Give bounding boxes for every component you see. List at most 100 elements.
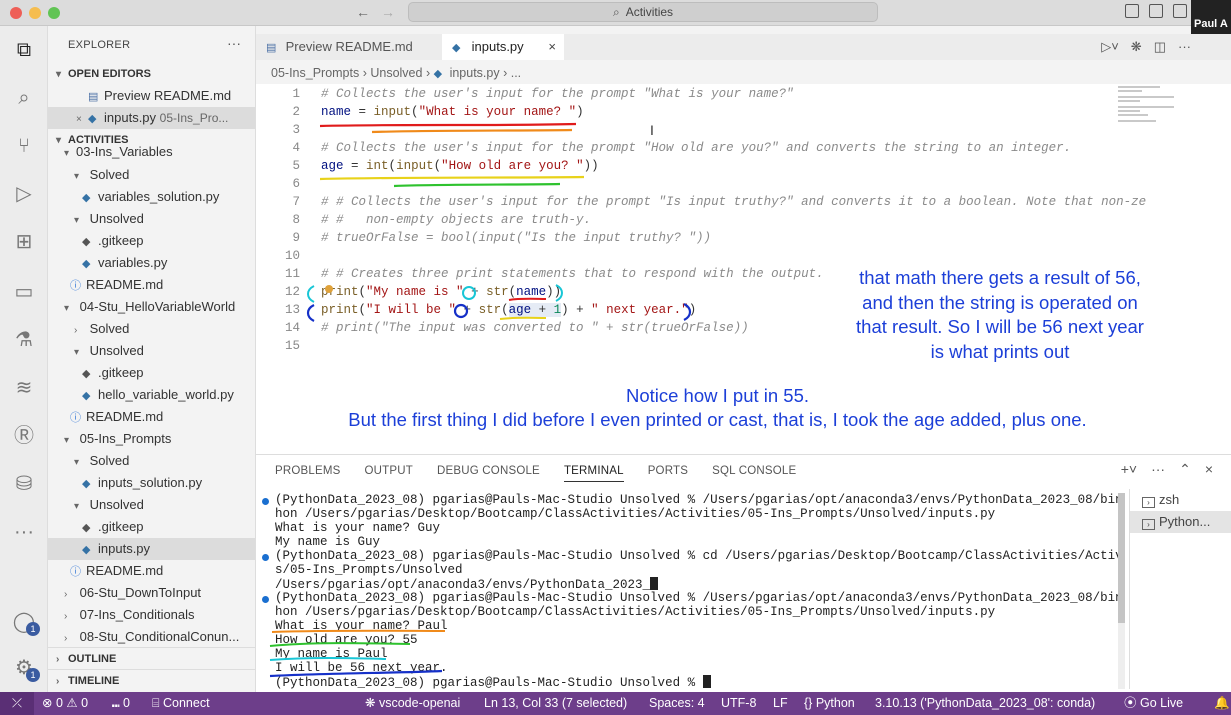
run-python-icon[interactable]: ▷˅	[1101, 34, 1119, 60]
panel-actions: +˅ ··· ⌃ ×	[1121, 461, 1213, 478]
title-bar: ← → ⌕ Activities Paul A	[0, 0, 1231, 34]
r-icon[interactable]: Ⓡ	[12, 424, 36, 448]
docker-icon[interactable]: ≋	[12, 376, 36, 400]
sidebar-more-icon[interactable]: ···	[227, 35, 241, 51]
copilot-icon[interactable]: ❋	[1131, 34, 1142, 60]
tab-inputs-py[interactable]: ◆ inputs.py ×	[442, 34, 564, 60]
connect-status[interactable]: ⌸ Connect	[152, 692, 210, 715]
tree-folder[interactable]: › 07-Ins_Conditionals	[48, 604, 255, 626]
tree-file[interactable]: ⓘ README.md	[48, 560, 255, 582]
database-icon[interactable]: ⛁	[12, 472, 36, 496]
problems-status[interactable]: ⊗ 0 ⚠ 0	[42, 692, 88, 715]
tree-file[interactable]: ◆ .gitkeep	[48, 230, 255, 252]
tab-problems[interactable]: PROBLEMS	[275, 465, 341, 482]
tree-folder[interactable]: ▾ Unsolved	[48, 340, 255, 362]
tab-debug-console[interactable]: DEBUG CONSOLE	[437, 465, 540, 482]
explorer-icon[interactable]: ⧉	[12, 38, 36, 62]
terminal-item-python[interactable]: › Python...	[1130, 511, 1231, 533]
tab-terminal[interactable]: TERMINAL	[563, 465, 624, 482]
tree-folder[interactable]: ▾ Solved	[48, 450, 255, 472]
indentation-status[interactable]: Spaces: 4	[649, 692, 705, 715]
more-actions-icon[interactable]: ···	[1151, 461, 1165, 478]
lightbulb-icon[interactable]	[325, 285, 333, 293]
terminal-scrollbar[interactable]	[1118, 493, 1125, 689]
openai-icon: ❋	[365, 696, 376, 710]
remote-indicator-icon[interactable]: ⤫	[0, 692, 34, 715]
braces-icon: {}	[804, 696, 813, 710]
tree-file[interactable]: ◆ variables_solution.py	[48, 186, 255, 208]
tab-sql-console[interactable]: SQL CONSOLE	[712, 465, 796, 482]
more-icon[interactable]: ···	[12, 520, 36, 544]
search-icon[interactable]: ⌕	[12, 86, 36, 110]
forward-arrow-icon[interactable]: →	[381, 4, 395, 20]
testing-icon[interactable]: ⚗	[12, 328, 36, 352]
tree-folder[interactable]: ▾ 03-Ins_Variables	[48, 144, 255, 160]
python-interpreter[interactable]: 3.10.13 ('PythonData_2023_08': conda)	[875, 692, 1095, 715]
notifications-icon[interactable]: 🔔	[1214, 692, 1230, 715]
open-editors-header[interactable]: ▾ OPEN EDITORS	[48, 63, 255, 85]
breadcrumb-file[interactable]: inputs.py	[450, 66, 500, 80]
cursor-position[interactable]: Ln 13, Col 33 (7 selected)	[484, 692, 627, 715]
tree-folder[interactable]: ▾ Unsolved	[48, 208, 255, 230]
close-panel-icon[interactable]: ×	[1205, 461, 1213, 478]
encoding-status[interactable]: UTF-8	[721, 692, 756, 715]
tree-file-selected[interactable]: ◆ inputs.py	[48, 538, 255, 560]
language-mode[interactable]: {} Python	[804, 692, 855, 715]
tree-file[interactable]: ◆ .gitkeep	[48, 362, 255, 384]
open-editor-item[interactable]: ▤ Preview README.md	[48, 85, 255, 107]
eol-status[interactable]: LF	[773, 692, 788, 715]
outline-header[interactable]: › OUTLINE	[48, 648, 255, 670]
split-editor-icon[interactable]: ◫	[1154, 34, 1166, 60]
run-debug-icon[interactable]: ▷	[12, 182, 36, 206]
more-actions-icon[interactable]: ···	[1178, 34, 1191, 60]
close-tab-icon[interactable]: ×	[548, 34, 556, 60]
python-file-icon: ◆	[82, 390, 91, 402]
tab-preview-readme[interactable]: ▤ Preview README.md	[256, 34, 441, 60]
account-badge: 1	[26, 622, 40, 636]
tree-file[interactable]: ⓘ README.md	[48, 406, 255, 428]
tree-file[interactable]: ◆ hello_variable_world.py	[48, 384, 255, 406]
maximize-panel-icon[interactable]: ⌃	[1179, 461, 1191, 478]
timeline-header[interactable]: › TIMELINE	[48, 670, 255, 692]
close-icon[interactable]: ×	[76, 109, 88, 129]
tree-file[interactable]: ◆ variables.py	[48, 252, 255, 274]
scrollbar-thumb[interactable]	[1118, 493, 1125, 623]
tree-folder[interactable]: ▾ 05-Ins_Prompts	[48, 428, 255, 450]
command-center[interactable]: ⌕ Activities	[408, 2, 878, 22]
back-arrow-icon[interactable]: ←	[356, 4, 370, 20]
tree-folder[interactable]: › 06-Stu_DownToInput	[48, 582, 255, 604]
annotation-bottom: Notice how I put in 55. But the first th…	[348, 385, 1087, 430]
tree-folder[interactable]: › Solved	[48, 318, 255, 340]
minimize-window-button[interactable]	[29, 7, 41, 19]
go-live-button[interactable]: ⦿ Go Live	[1124, 692, 1183, 715]
tree-folder[interactable]: ▾ Unsolved	[48, 494, 255, 516]
new-terminal-icon[interactable]: +˅	[1121, 461, 1137, 478]
tab-ports[interactable]: PORTS	[648, 465, 688, 482]
tree-folder[interactable]: ▾ 04-Stu_HelloVariableWorld	[48, 296, 255, 318]
extensions-icon[interactable]: ⊞	[12, 230, 36, 254]
terminal[interactable]: (PythonData_2023_08) pgarias@Pauls-Mac-S…	[260, 493, 1120, 689]
toggle-secondary-sidebar-icon[interactable]	[1173, 4, 1187, 18]
tree-file[interactable]: ◆ .gitkeep	[48, 516, 255, 538]
source-control-icon[interactable]: ⑂	[12, 134, 36, 158]
tab-output[interactable]: OUTPUT	[365, 465, 413, 482]
breadcrumb-subfolder[interactable]: Unsolved	[370, 66, 422, 80]
openai-status[interactable]: ❋ vscode-openai	[365, 692, 460, 715]
status-bar: ⤫ ⊗ 0 ⚠ 0 ⑉ 0 ⌸ Connect ❋ vscode-openai …	[0, 692, 1231, 715]
tree-file[interactable]: ◆ inputs_solution.py	[48, 472, 255, 494]
breadcrumb-symbol[interactable]: ...	[511, 66, 521, 80]
bracket-cyan-mark	[307, 285, 315, 303]
tree-folder[interactable]: › 08-Stu_ConditionalConun...	[48, 626, 255, 648]
tree-folder[interactable]: ▾ Solved	[48, 164, 255, 186]
toggle-sidebar-icon[interactable]	[1125, 4, 1139, 18]
terminal-item-zsh[interactable]: › zsh	[1130, 489, 1231, 511]
close-window-button[interactable]	[10, 7, 22, 19]
open-editor-item-active[interactable]: × ◆ inputs.py 05-Ins_Pro...	[48, 107, 255, 129]
toggle-panel-icon[interactable]	[1149, 4, 1163, 18]
remote-explorer-icon[interactable]: ▭	[12, 280, 36, 304]
ports-status[interactable]: ⑉ 0	[112, 692, 130, 715]
breadcrumb-folder[interactable]: 05-Ins_Prompts	[271, 66, 359, 80]
zoom-window-button[interactable]	[48, 7, 60, 19]
tree-file[interactable]: ⓘ README.md	[48, 274, 255, 296]
chevron-right-icon: ›	[56, 676, 60, 687]
